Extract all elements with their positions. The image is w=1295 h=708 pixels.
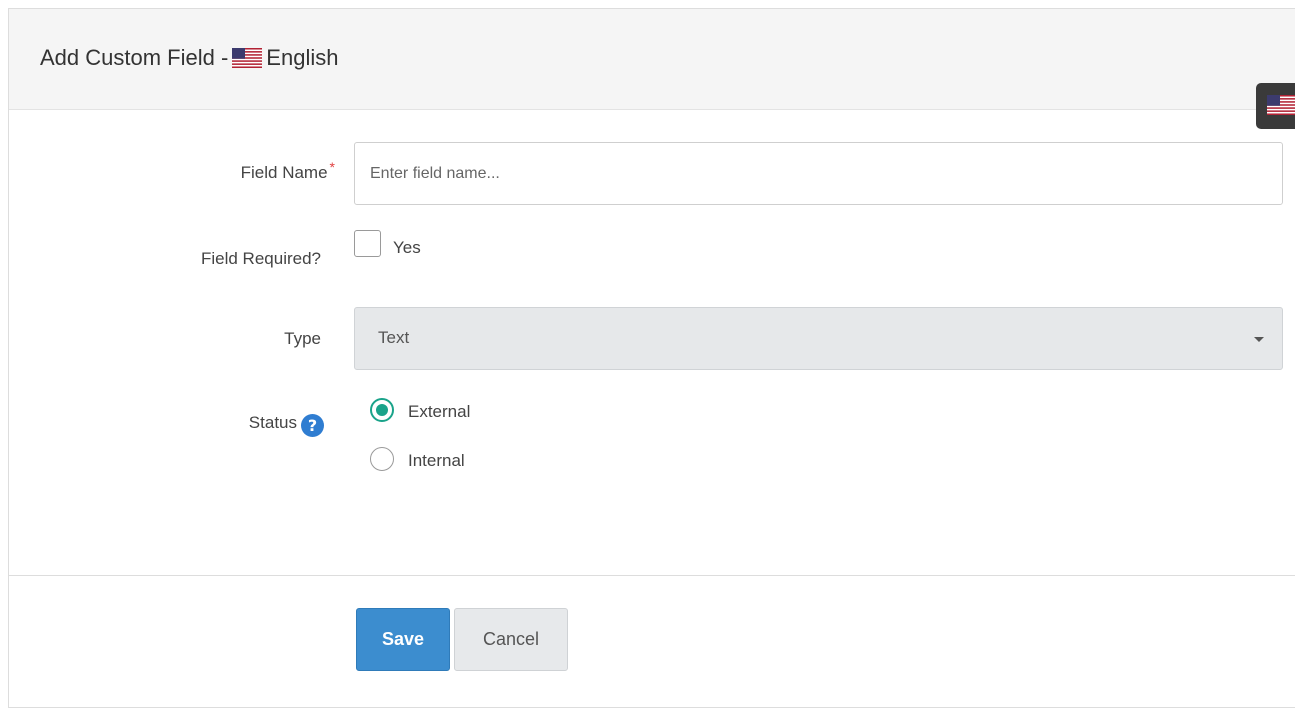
required-marker: * bbox=[329, 159, 335, 175]
status-label: Status bbox=[248, 413, 297, 432]
type-selected-value: Text bbox=[378, 328, 410, 347]
language-switcher[interactable] bbox=[1256, 83, 1295, 129]
panel-heading: Add Custom Field - English bbox=[9, 9, 1295, 110]
status-external-label: External bbox=[408, 402, 471, 421]
field-required-option-label: Yes bbox=[393, 238, 421, 257]
cancel-button[interactable]: Cancel bbox=[454, 608, 568, 671]
us-flag-icon bbox=[1266, 95, 1295, 115]
status-internal-radio[interactable] bbox=[370, 447, 394, 471]
field-name-input[interactable] bbox=[354, 142, 1283, 205]
custom-field-panel: Add Custom Field - English Field Name * … bbox=[8, 8, 1295, 708]
field-required-checkbox[interactable] bbox=[354, 230, 381, 257]
type-select[interactable]: Text bbox=[354, 307, 1283, 370]
status-internal-label: Internal bbox=[408, 451, 465, 470]
field-required-label: Field Required? bbox=[200, 249, 321, 268]
title-language: English bbox=[266, 45, 339, 70]
question-circle-icon[interactable]: ? bbox=[301, 414, 324, 437]
field-name-label: Field Name * bbox=[240, 159, 335, 183]
title-prefix: Add Custom Field - bbox=[40, 45, 229, 70]
type-label: Type bbox=[284, 329, 321, 348]
page-title: Add Custom Field - English bbox=[40, 45, 338, 71]
field-name-label-text: Field Name bbox=[240, 163, 328, 182]
status-external-radio[interactable] bbox=[370, 398, 394, 422]
caret-down-icon bbox=[1254, 337, 1264, 342]
footer-divider bbox=[9, 575, 1295, 576]
us-flag-icon bbox=[232, 48, 263, 68]
save-button[interactable]: Save bbox=[356, 608, 450, 671]
